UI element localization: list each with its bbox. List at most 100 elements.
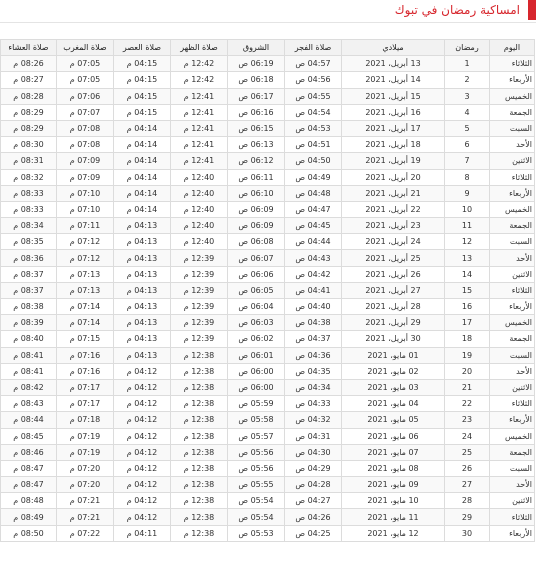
cell-ramadan-day: 27: [444, 476, 490, 494]
cell-fajr-time: 04:34 ص: [284, 378, 342, 397]
cell-ramadan-day: 5: [444, 119, 490, 138]
cell-isha-time: 08:29 م: [0, 103, 57, 121]
cell-asr-time: 04:14 م: [113, 184, 171, 202]
cell-isha-time: 08:46 م: [0, 443, 57, 461]
cell-shuruq-time: 06:11 ص: [227, 168, 285, 186]
table-row: الأحد 20 02 مايو، 2021 04:35 ص 06:00 ص 12:38 …: [0, 362, 535, 380]
cell-maghrib-time: 07:10 م: [56, 184, 114, 202]
column-header-dhuhr: صلاة الظهر: [170, 38, 228, 57]
cell-gregorian-date: 18 أبريل، 2021: [341, 136, 445, 154]
cell-day: الخميس: [489, 200, 535, 219]
cell-isha-time: 08:26 م: [0, 55, 57, 73]
cell-gregorian-date: 19 أبريل، 2021: [341, 152, 445, 170]
cell-maghrib-time: 07:19 م: [56, 443, 114, 461]
cell-asr-time: 04:13 م: [113, 265, 171, 283]
cell-day: الأربعاء: [489, 297, 535, 316]
cell-fajr-time: 04:44 ص: [284, 233, 342, 251]
table-row: الثلاثاء 15 27 أبريل، 2021 04:41 ص 06:05 ص 12…: [0, 281, 535, 300]
cell-isha-time: 08:28 م: [0, 87, 57, 105]
table-row: الخميس 24 06 مايو، 2021 04:31 ص 05:57 ص 12:38…: [0, 427, 535, 445]
table-row: الاثنين 7 19 أبريل، 2021 04:50 ص 06:12 ص 12:4…: [0, 152, 535, 170]
cell-asr-time: 04:15 م: [113, 103, 171, 121]
cell-maghrib-time: 07:20 م: [56, 459, 114, 478]
cell-shuruq-time: 06:10 ص: [227, 184, 285, 202]
cell-isha-time: 08:47 م: [0, 459, 57, 478]
imsakiya-table-container: اليوم رمضان ميلادي صلاة الفجر الشروق صلا…: [0, 38, 535, 542]
header-row: اليوم رمضان ميلادي صلاة الفجر الشروق صلا…: [0, 38, 535, 57]
table-header: اليوم رمضان ميلادي صلاة الفجر الشروق صلا…: [0, 38, 535, 57]
cell-maghrib-time: 07:06 م: [56, 87, 114, 105]
table-row: السبت 5 17 أبريل، 2021 04:53 ص 06:15 ص 12:41 …: [0, 119, 535, 138]
cell-day: الأربعاء: [489, 71, 535, 89]
cell-gregorian-date: 01 مايو، 2021: [341, 346, 445, 364]
table-row: الخميس 3 15 أبريل، 2021 04:55 ص 06:17 ص 12:41…: [0, 87, 535, 105]
cell-maghrib-time: 07:07 م: [56, 103, 114, 121]
table-row: الثلاثاء 22 04 مايو، 2021 04:33 ص 05:59 ص 12:…: [0, 395, 535, 413]
cell-ramadan-day: 21: [444, 378, 490, 397]
cell-isha-time: 08:43 م: [0, 395, 57, 413]
cell-fajr-time: 04:26 ص: [284, 508, 342, 526]
table-row: الأربعاء 23 05 مايو، 2021 04:32 ص 05:58 ص 12:…: [0, 411, 535, 429]
cell-maghrib-time: 07:22 م: [56, 524, 114, 542]
cell-isha-time: 08:39 م: [0, 314, 57, 332]
cell-asr-time: 04:12 م: [113, 411, 171, 429]
cell-gregorian-date: 17 أبريل، 2021: [341, 119, 445, 138]
cell-maghrib-time: 07:19 م: [56, 427, 114, 445]
cell-dhuhr-time: 12:38 م: [170, 476, 228, 494]
cell-isha-time: 08:50 م: [0, 524, 57, 542]
cell-shuruq-time: 06:15 ص: [227, 119, 285, 138]
cell-maghrib-time: 07:08 م: [56, 119, 114, 138]
cell-day: الأحد: [489, 362, 535, 380]
cell-day: الجمعة: [489, 103, 535, 121]
cell-isha-time: 08:30 م: [0, 136, 57, 154]
cell-gregorian-date: 25 أبريل، 2021: [341, 249, 445, 267]
cell-dhuhr-time: 12:39 م: [170, 281, 228, 300]
cell-dhuhr-time: 12:38 م: [170, 459, 228, 478]
cell-fajr-time: 04:27 ص: [284, 492, 342, 510]
column-header-gregorian: ميلادي: [341, 38, 445, 57]
cell-dhuhr-time: 12:41 م: [170, 136, 228, 154]
cell-fajr-time: 04:45 ص: [284, 217, 342, 235]
cell-fajr-time: 04:32 ص: [284, 411, 342, 429]
table-row: الأربعاء 2 14 أبريل، 2021 04:56 ص 06:18 ص 12:…: [0, 71, 535, 89]
cell-gregorian-date: 23 أبريل، 2021: [341, 217, 445, 235]
cell-shuruq-time: 05:58 ص: [227, 411, 285, 429]
cell-ramadan-day: 2: [444, 71, 490, 89]
cell-maghrib-time: 07:14 م: [56, 314, 114, 332]
column-header-shuruq: الشروق: [227, 38, 285, 57]
cell-asr-time: 04:12 م: [113, 378, 171, 397]
cell-dhuhr-time: 12:39 م: [170, 297, 228, 316]
cell-fajr-time: 04:28 ص: [284, 476, 342, 494]
cell-asr-time: 04:13 م: [113, 233, 171, 251]
cell-ramadan-day: 16: [444, 297, 490, 316]
cell-day: الاثنين: [489, 265, 535, 283]
cell-shuruq-time: 05:59 ص: [227, 395, 285, 413]
cell-gregorian-date: 15 أبريل، 2021: [341, 87, 445, 105]
cell-fajr-time: 04:41 ص: [284, 281, 342, 300]
cell-isha-time: 08:44 م: [0, 411, 57, 429]
cell-fajr-time: 04:42 ص: [284, 265, 342, 283]
cell-ramadan-day: 18: [444, 330, 490, 348]
table-row: الثلاثاء 8 20 أبريل، 2021 04:49 ص 06:11 ص 12:…: [0, 168, 535, 186]
cell-fajr-time: 04:49 ص: [284, 168, 342, 186]
cell-gregorian-date: 13 أبريل، 2021: [341, 55, 445, 73]
cell-day: الاثنين: [489, 378, 535, 397]
cell-maghrib-time: 07:16 م: [56, 346, 114, 364]
cell-shuruq-time: 06:00 ص: [227, 362, 285, 380]
cell-fajr-time: 04:48 ص: [284, 184, 342, 202]
cell-ramadan-day: 13: [444, 249, 490, 267]
cell-asr-time: 04:15 م: [113, 55, 171, 73]
cell-shuruq-time: 06:17 ص: [227, 87, 285, 105]
cell-dhuhr-time: 12:38 م: [170, 427, 228, 445]
cell-asr-time: 04:15 م: [113, 71, 171, 89]
cell-asr-time: 04:12 م: [113, 492, 171, 510]
cell-fajr-time: 04:25 ص: [284, 524, 342, 542]
cell-ramadan-day: 10: [444, 200, 490, 219]
cell-ramadan-day: 11: [444, 217, 490, 235]
cell-isha-time: 08:33 م: [0, 184, 57, 202]
cell-asr-time: 04:12 م: [113, 362, 171, 380]
cell-shuruq-time: 06:16 ص: [227, 103, 285, 121]
cell-day: الجمعة: [489, 217, 535, 235]
cell-dhuhr-time: 12:40 م: [170, 217, 228, 235]
cell-asr-time: 04:14 م: [113, 200, 171, 219]
